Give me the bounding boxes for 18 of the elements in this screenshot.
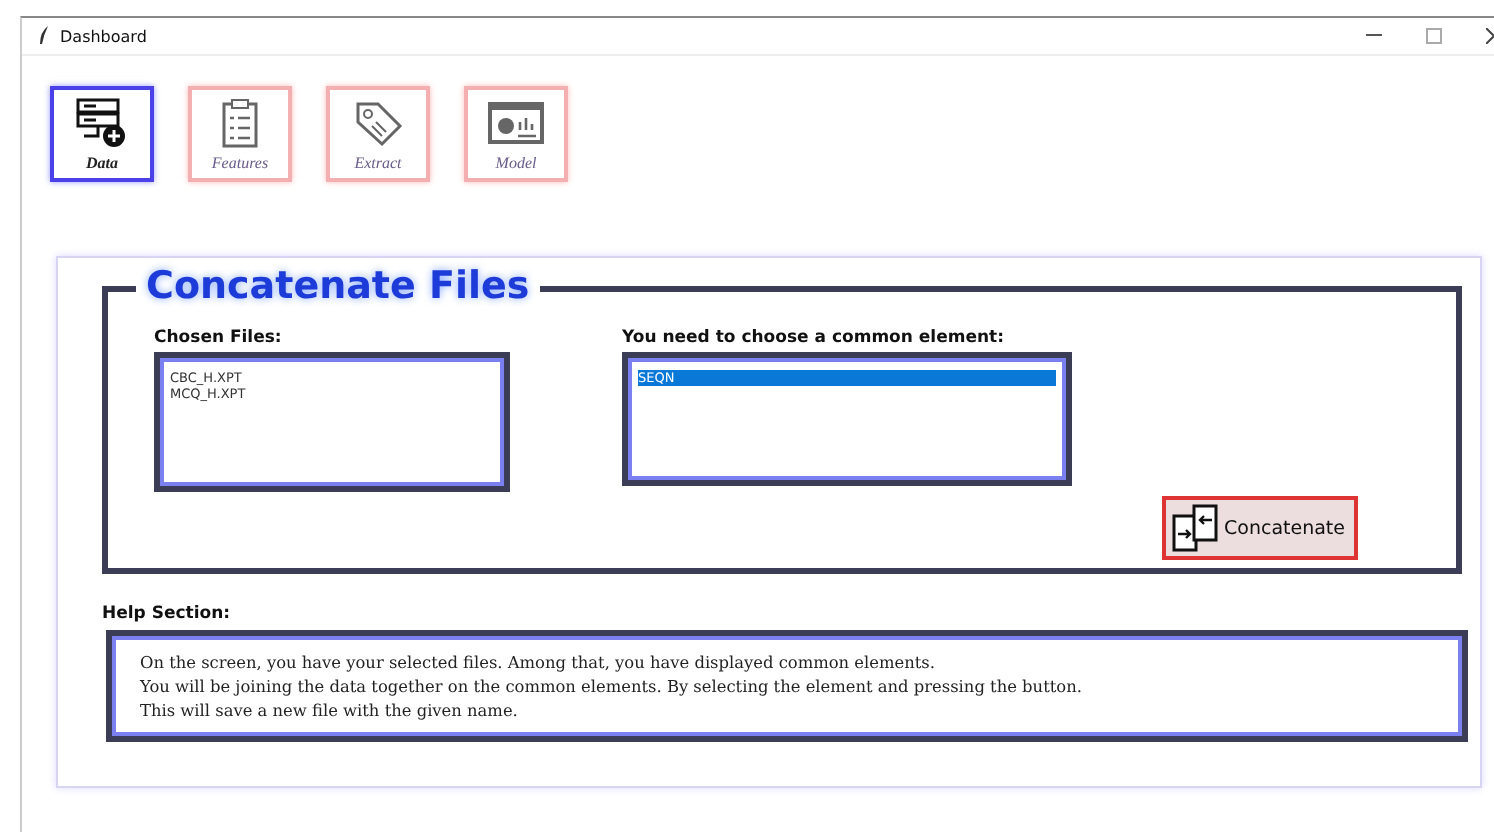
help-text: This will save a new file with the given name. bbox=[140, 698, 520, 722]
close-icon[interactable] bbox=[1486, 28, 1494, 44]
tab[interactable]: Extract bbox=[326, 86, 430, 182]
window-title: Dashboard bbox=[60, 27, 147, 45]
help-label: Help Section: bbox=[102, 604, 233, 624]
tab[interactable]: Data bbox=[50, 86, 154, 182]
feather-icon bbox=[38, 26, 50, 46]
field-label: Chosen Files: bbox=[154, 328, 284, 348]
help-text: On the screen, you have your selected files. Among that, you have displayed common elements. bbox=[140, 650, 937, 674]
tab[interactable]: Model bbox=[464, 86, 568, 182]
merge-icon bbox=[1172, 504, 1220, 552]
concatenate-button[interactable]: Concatenate bbox=[1162, 496, 1358, 560]
dashboard-icon bbox=[488, 97, 544, 149]
tab[interactable]: Features bbox=[188, 86, 292, 182]
help-text: You will be joining the data together on the common elements. By selecting the element and pressing the button. bbox=[140, 674, 1084, 698]
server-add-icon bbox=[74, 97, 130, 149]
field-label: You need to choose a common element: bbox=[622, 328, 1006, 348]
minimize-icon[interactable] bbox=[1366, 34, 1382, 38]
